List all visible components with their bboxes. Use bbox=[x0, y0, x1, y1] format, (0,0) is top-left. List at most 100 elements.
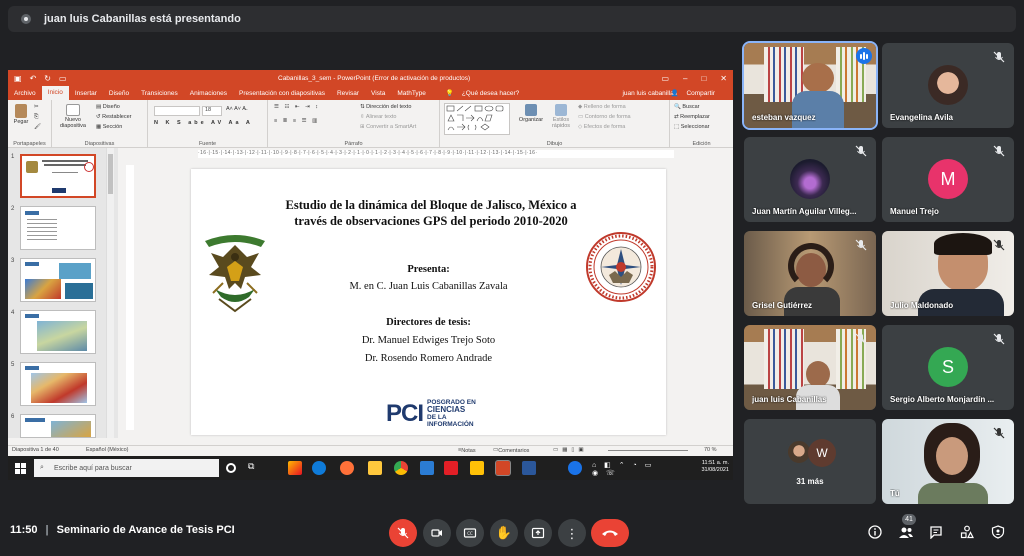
undo-icon[interactable]: ↶ bbox=[30, 74, 37, 83]
zoom-level[interactable]: 70 % bbox=[704, 447, 717, 453]
redo-icon[interactable]: ↻ bbox=[44, 74, 51, 83]
section-button[interactable]: ▦ Sección bbox=[96, 124, 122, 130]
smartart-button[interactable]: ⊞ Convertir a SmartArt bbox=[360, 124, 416, 130]
layout-button[interactable]: ▤ Diseño bbox=[96, 104, 120, 110]
participant-tile-esteban[interactable]: esteban vazquez bbox=[742, 41, 878, 130]
font-size-input[interactable]: 18 bbox=[202, 106, 222, 116]
list-icons[interactable]: ☰ ☷ ⇤ ⇥ ↕ bbox=[274, 104, 320, 110]
slide-thumbnail-3[interactable] bbox=[20, 258, 96, 302]
word-icon[interactable] bbox=[522, 461, 536, 475]
file-explorer-icon[interactable] bbox=[368, 461, 382, 475]
tab-revisar[interactable]: Revisar bbox=[331, 90, 365, 97]
new-slide-button[interactable]: Nuevo diapositiva bbox=[56, 104, 90, 129]
close-icon[interactable]: ✕ bbox=[720, 74, 727, 83]
arrange-button[interactable]: Organizar bbox=[516, 104, 546, 123]
participant-tile-self[interactable]: Tú bbox=[882, 419, 1014, 504]
align-text-button[interactable]: ⇳ Alinear texto bbox=[360, 114, 396, 120]
shapes-gallery[interactable] bbox=[444, 103, 510, 135]
system-tray-icons[interactable]: ⌂ ◧ ⌃ ◔ ▭ ◉ ☏ bbox=[592, 461, 662, 477]
font-size-grow-icon[interactable]: A˄ A˅ A̶ bbox=[226, 106, 246, 112]
participant-tile-juan-martin[interactable]: Juan Martín Aguilar Villeg... bbox=[744, 137, 876, 222]
help-icon[interactable] bbox=[568, 461, 582, 475]
cut-icon[interactable]: ✂ bbox=[34, 104, 39, 110]
quick-styles-button[interactable]: Estilos rápidos bbox=[548, 104, 574, 129]
copy-icon[interactable]: ⎘ bbox=[34, 114, 38, 121]
language-status[interactable]: Español (México) bbox=[86, 447, 129, 453]
tab-insertar[interactable]: Insertar bbox=[69, 90, 103, 97]
start-presentation-icon[interactable]: ▭ bbox=[59, 74, 67, 83]
people-button[interactable] bbox=[897, 523, 915, 541]
leave-call-button[interactable] bbox=[591, 519, 629, 547]
tab-presentacion[interactable]: Presentación con diapositivas bbox=[233, 90, 331, 97]
toggle-mic-button[interactable] bbox=[389, 519, 417, 547]
tab-diseno[interactable]: Diseño bbox=[103, 90, 135, 97]
captions-button[interactable]: CC bbox=[456, 519, 484, 547]
toggle-camera-button[interactable] bbox=[423, 519, 451, 547]
font-format-icons[interactable]: N K S abe AV Aa A bbox=[154, 120, 253, 126]
font-name-input[interactable] bbox=[154, 106, 200, 116]
minimize-icon[interactable]: – bbox=[683, 74, 687, 83]
slide-thumbnail-4[interactable] bbox=[20, 310, 96, 354]
slide-thumbnail-2[interactable] bbox=[20, 206, 96, 250]
slide-canvas[interactable]: Estudio de la dinámica del Bloque de Jal… bbox=[191, 169, 666, 435]
find-button[interactable]: 🔍 Buscar bbox=[674, 104, 700, 110]
tell-me-search[interactable]: 💡 ¿Qué desea hacer? bbox=[440, 89, 531, 97]
align-icons[interactable]: ≡ ≣ ≡ ☰ ▥ bbox=[274, 118, 319, 124]
paste-button[interactable]: Pegar bbox=[12, 104, 30, 125]
edge-icon[interactable] bbox=[312, 461, 326, 475]
thumbnails-scrollbar[interactable] bbox=[106, 148, 114, 438]
app-icon[interactable] bbox=[420, 461, 434, 475]
share-button[interactable]: 👤 Compartir bbox=[665, 89, 727, 97]
cortana-icon[interactable] bbox=[226, 463, 236, 473]
present-now-button[interactable] bbox=[524, 519, 552, 547]
tab-vista[interactable]: Vista bbox=[365, 90, 391, 97]
text-direction-button[interactable]: ⇅ Dirección del texto bbox=[360, 104, 411, 110]
shape-outline-button[interactable]: ▭ Contorno de forma bbox=[578, 114, 631, 120]
tab-animaciones[interactable]: Animaciones bbox=[184, 90, 233, 97]
participant-tile-juan-luis[interactable]: juan luis Cabanillas bbox=[744, 325, 876, 410]
firefox-icon[interactable] bbox=[340, 461, 354, 475]
meeting-info: 11:50 | Seminario de Avance de Tesis PCI bbox=[10, 524, 235, 536]
shape-fill-button[interactable]: ◆ Relleno de forma bbox=[578, 104, 626, 110]
more-options-button[interactable]: ⋮ bbox=[558, 519, 586, 547]
windows-start-icon[interactable] bbox=[15, 463, 26, 474]
zoom-slider[interactable] bbox=[608, 450, 688, 451]
notes-button[interactable]: ≡ Notas bbox=[458, 447, 476, 454]
chrome-icon[interactable] bbox=[394, 461, 408, 475]
powerpoint-taskbar-icon[interactable] bbox=[495, 460, 511, 476]
tab-mathtype[interactable]: MathType bbox=[391, 90, 432, 97]
tab-archivo[interactable]: Archivo bbox=[8, 90, 42, 97]
activities-button[interactable] bbox=[958, 523, 976, 541]
host-controls-button[interactable] bbox=[989, 523, 1007, 541]
replace-button[interactable]: ⇄ Reemplazar bbox=[674, 114, 710, 120]
task-view-icon[interactable]: ⧉ bbox=[248, 461, 262, 475]
reset-button[interactable]: ↺ Restablecer bbox=[96, 114, 132, 120]
sticky-notes-icon[interactable] bbox=[470, 461, 484, 475]
slide-thumbnail-6[interactable] bbox=[20, 414, 96, 438]
ribbon-options-icon[interactable]: ▭ bbox=[661, 74, 669, 83]
tab-inicio[interactable]: Inicio bbox=[41, 86, 69, 100]
slide-thumbnail-1[interactable] bbox=[20, 154, 96, 198]
matlab-icon[interactable] bbox=[288, 461, 302, 475]
select-button[interactable]: ⬚ Seleccionar bbox=[674, 124, 709, 130]
view-icons[interactable]: ▭▦▯▣ bbox=[553, 447, 588, 453]
participant-tile-manuel[interactable]: M Manuel Trejo bbox=[882, 137, 1014, 222]
raise-hand-button[interactable]: ✋ bbox=[490, 519, 518, 547]
mega-icon[interactable] bbox=[444, 461, 458, 475]
taskbar-clock[interactable]: 11:51 a. m. 31/08/2021 bbox=[701, 460, 729, 474]
format-painter-icon[interactable]: 🖌 bbox=[34, 124, 41, 130]
chat-button[interactable] bbox=[927, 523, 945, 541]
participant-tile-julio[interactable]: Julio Maldonado bbox=[882, 231, 1014, 316]
shape-effects-button[interactable]: ◇ Efectos de forma bbox=[578, 124, 625, 130]
more-participants-tile[interactable]: W 31 más bbox=[744, 419, 876, 504]
meeting-details-button[interactable] bbox=[866, 523, 884, 541]
tab-transiciones[interactable]: Transiciones bbox=[135, 90, 184, 97]
maximize-icon[interactable]: □ bbox=[701, 74, 706, 83]
comments-button[interactable]: ▭ Comentarios bbox=[493, 447, 529, 454]
taskbar-search-input[interactable]: ⌕ Escribe aquí para buscar bbox=[34, 459, 219, 477]
participant-tile-evangelina[interactable]: Evangelina Avila bbox=[882, 43, 1014, 128]
slide-thumbnail-5[interactable] bbox=[20, 362, 96, 406]
save-icon[interactable]: ▣ bbox=[14, 74, 22, 83]
participant-tile-grisel[interactable]: Grisel Gutiérrez bbox=[744, 231, 876, 316]
participant-tile-sergio[interactable]: S Sergio Alberto Monjardín ... bbox=[882, 325, 1014, 410]
